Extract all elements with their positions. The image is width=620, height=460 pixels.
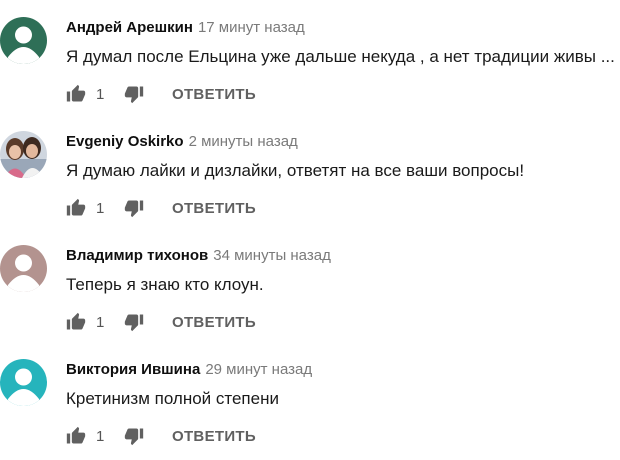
comment-header: Evgeniy Oskirko 2 минуты назад — [66, 133, 298, 151]
comment-text: Теперь я знаю кто клоун. — [66, 275, 264, 294]
avatar[interactable] — [0, 245, 47, 292]
thumbs-up-icon[interactable] — [66, 84, 86, 104]
thumbs-down-icon[interactable] — [124, 312, 144, 332]
reply-button[interactable]: ОТВЕТИТЬ — [172, 428, 256, 445]
reply-button[interactable]: ОТВЕТИТЬ — [172, 200, 256, 217]
comment-timestamp[interactable]: 2 минуты назад — [189, 133, 298, 150]
avatar-default-icon — [0, 245, 47, 292]
comment-item: Виктория Ившина 29 минут назад Кретинизм … — [0, 342, 620, 456]
like-count: 1 — [96, 313, 105, 331]
comment-timestamp[interactable]: 29 минут назад — [205, 361, 312, 378]
avatar[interactable] — [0, 17, 47, 64]
avatar[interactable] — [0, 359, 47, 406]
comment-actions: 1 ОТВЕТИТЬ — [66, 311, 256, 333]
avatar-default-icon — [0, 359, 47, 406]
comment-header: Владимир тихонов 34 минуты назад — [66, 247, 331, 265]
thumbs-up-icon[interactable] — [66, 426, 86, 446]
comment-actions: 1 ОТВЕТИТЬ — [66, 83, 256, 105]
comment-author[interactable]: Владимир тихонов — [66, 247, 208, 264]
comment-text: Я думаю лайки и дизлайки, ответят на все… — [66, 161, 525, 180]
avatar-default-icon — [0, 17, 47, 64]
like-count: 1 — [96, 427, 105, 445]
thumbs-down-icon[interactable] — [124, 198, 144, 218]
like-count: 1 — [96, 85, 105, 103]
thumbs-down-icon[interactable] — [124, 426, 144, 446]
reply-button[interactable]: ОТВЕТИТЬ — [172, 86, 256, 103]
thumbs-up-icon[interactable] — [66, 312, 86, 332]
thumbs-down-icon[interactable] — [124, 84, 144, 104]
comment-author[interactable]: Андрей Арешкин — [66, 19, 193, 36]
comment-header: Андрей Арешкин 17 минут назад — [66, 19, 305, 37]
reply-button[interactable]: ОТВЕТИТЬ — [172, 314, 256, 331]
comment-item: Evgeniy Oskirko 2 минуты назад Я думаю ла… — [0, 114, 620, 228]
comment-author[interactable]: Evgeniy Oskirko — [66, 133, 184, 150]
thumbs-up-icon[interactable] — [66, 198, 86, 218]
comment-timestamp[interactable]: 17 минут назад — [198, 19, 305, 36]
comment-timestamp[interactable]: 34 минуты назад — [213, 247, 331, 264]
avatar-photo-icon — [0, 131, 47, 178]
avatar[interactable] — [0, 131, 47, 178]
comment-item: Владимир тихонов 34 минуты назад Теперь я… — [0, 228, 620, 342]
comment-text: Кретинизм полной степени — [66, 389, 279, 408]
comment-author[interactable]: Виктория Ившина — [66, 361, 200, 378]
comment-text: Я думал после Ельцина уже дальше некуда … — [66, 47, 615, 66]
comment-actions: 1 ОТВЕТИТЬ — [66, 197, 256, 219]
comment-header: Виктория Ившина 29 минут назад — [66, 361, 312, 379]
like-count: 1 — [96, 199, 105, 217]
comment-item: Андрей Арешкин 17 минут назад Я думал пос… — [0, 0, 620, 114]
comment-actions: 1 ОТВЕТИТЬ — [66, 425, 256, 447]
